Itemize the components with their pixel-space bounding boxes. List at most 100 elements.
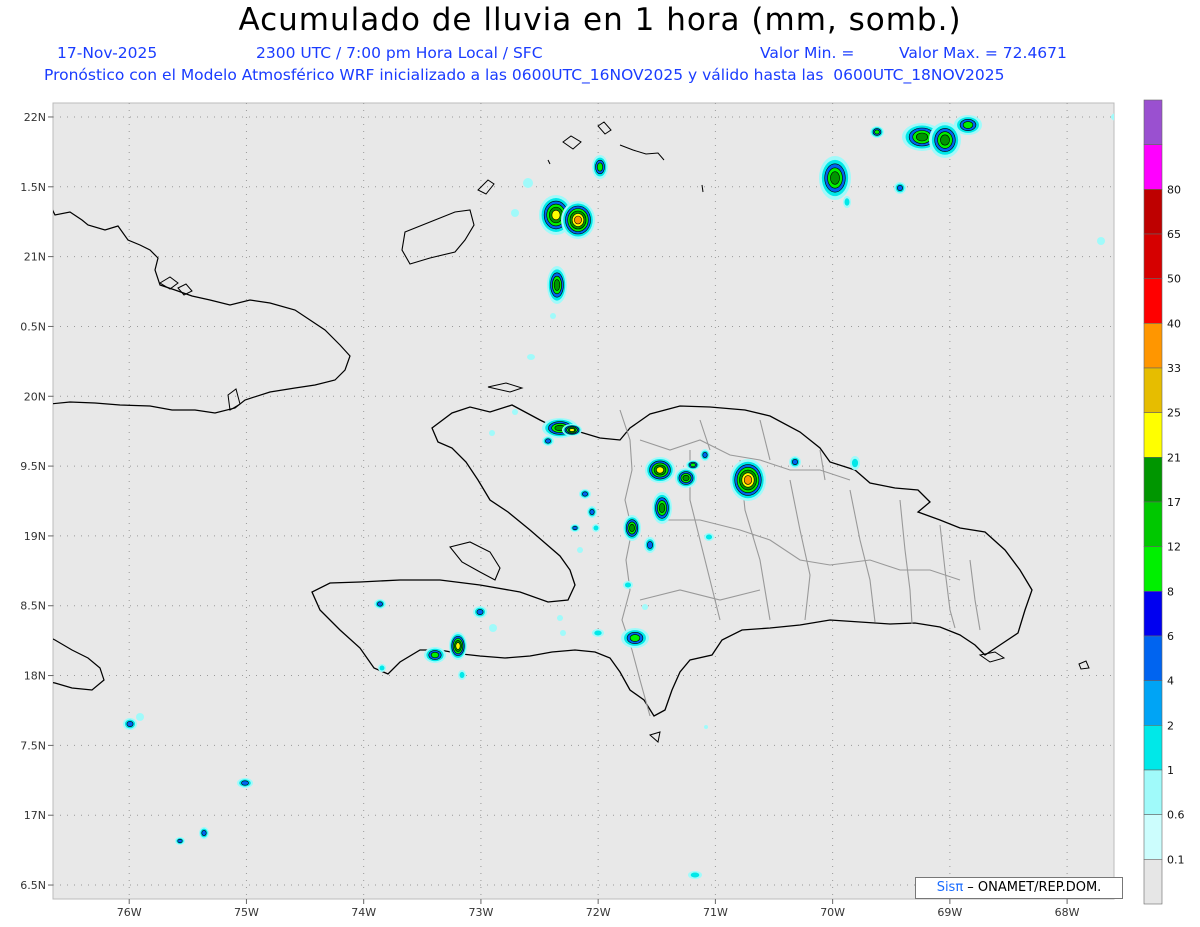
rain-contour (553, 279, 561, 291)
rain-contour (430, 651, 440, 659)
colorbar-label: 12 (1167, 541, 1181, 554)
colorbar-swatch (1143, 367, 1163, 413)
colorbar-swatch (1143, 635, 1163, 681)
rain-contour (577, 547, 583, 553)
rain-contour (915, 132, 929, 142)
rain-contour (647, 541, 653, 549)
rain-contour (545, 438, 551, 444)
rain-contour (1111, 113, 1114, 121)
rain-contour (136, 713, 144, 721)
rain-contour (962, 121, 974, 129)
colorbar-swatch (1143, 546, 1163, 592)
lon-label: 72W (586, 906, 611, 919)
rain-contour (551, 209, 561, 221)
colorbar-label: 0.1 (1167, 853, 1185, 866)
rain-contour (594, 630, 602, 636)
rain-contour (572, 525, 578, 531)
rain-contour (897, 185, 903, 191)
rain-contour (705, 534, 713, 540)
rain-contour (682, 474, 690, 482)
rain-contour (512, 409, 518, 415)
colorbar-label: 6 (1167, 630, 1174, 643)
rain-contour (624, 582, 632, 588)
lon-label: 71W (703, 906, 728, 919)
rain-contour (377, 601, 383, 607)
rain-contour (1097, 237, 1105, 245)
lat-label: 21N (24, 251, 46, 264)
colorbar-swatch (1143, 233, 1163, 279)
lon-label: 68W (1055, 906, 1080, 919)
rain-contour (511, 209, 519, 217)
colorbar-label: 80 (1167, 183, 1181, 196)
rain-contour (629, 634, 641, 642)
colorbar-swatch (1143, 189, 1163, 235)
colorbar-label: 4 (1167, 675, 1174, 688)
colorbar-label: 8 (1167, 585, 1174, 598)
rain-contour (489, 624, 497, 632)
colorbar-label: 33 (1167, 362, 1181, 375)
colorbar-swatch (1143, 591, 1163, 637)
colorbar-label: 1 (1167, 764, 1174, 777)
longitude-labels: 76W 75W 74W 73W 72W 71W 70W 69W 68W (117, 899, 1080, 919)
colorbar-label: 50 (1167, 273, 1181, 286)
rain-contour (201, 830, 207, 836)
lat-label: 7.5N (20, 739, 46, 752)
colorbar-swatch (1143, 859, 1163, 905)
lat-label: 18N (24, 670, 46, 683)
lat-label: 1.5N (20, 181, 46, 194)
lat-label: 6.5N (20, 879, 46, 892)
lat-label: 20N (24, 390, 46, 403)
colorbar: 0.10.612468121721253340506580 (1143, 99, 1185, 905)
rain-contour (569, 428, 575, 432)
colorbar-swatch (1143, 769, 1163, 815)
rain-contour (476, 609, 484, 615)
rain-contour (690, 462, 696, 468)
rain-contour (940, 134, 950, 146)
lat-label: 8.5N (20, 600, 46, 613)
rain-contour (593, 525, 599, 531)
lon-label: 70W (820, 906, 845, 919)
lat-label: 19N (24, 530, 46, 543)
rain-contour (596, 162, 604, 172)
rain-contour (241, 780, 249, 786)
rain-contour (642, 604, 648, 610)
rain-contour (656, 466, 664, 474)
precipitation-map: 22N 1.5N 21N 0.5N 20N 9.5N 19N 8.5N 18N 7.5N 17N 6.… (20, 99, 1185, 919)
colorbar-swatch (1143, 457, 1163, 503)
rain-contour (844, 198, 850, 206)
lon-label: 69W (937, 906, 962, 919)
colorbar-swatch (1143, 278, 1163, 324)
rain-contour (851, 458, 859, 468)
rain-contour (704, 725, 708, 729)
colorbar-label: 17 (1167, 496, 1181, 509)
rain-contour (523, 178, 533, 188)
colorbar-label: 2 (1167, 719, 1174, 732)
rain-contour (459, 671, 465, 679)
rain-contour (455, 642, 461, 650)
credit-text: – ONAMET/REP.DOM. (963, 880, 1102, 895)
lat-label: 0.5N (20, 320, 46, 333)
rain-contour (792, 459, 798, 465)
colorbar-label: 40 (1167, 317, 1181, 330)
rain-contour (177, 838, 183, 844)
lon-label: 75W (234, 906, 259, 919)
colorbar-swatch (1143, 99, 1163, 145)
credit-box: Sisπ – ONAMET/REP.DOM. (915, 877, 1123, 899)
lon-label: 73W (468, 906, 493, 919)
rain-contour (582, 491, 588, 497)
rain-contour (379, 665, 385, 671)
colorbar-label: 25 (1167, 407, 1181, 420)
rain-contour (690, 872, 700, 878)
colorbar-label: 65 (1167, 228, 1181, 241)
lat-label: 17N (24, 809, 46, 822)
lat-label: 9.5N (20, 460, 46, 473)
rain-contour (560, 630, 566, 636)
rain-contour (830, 171, 840, 185)
latitude-labels: 22N 1.5N 21N 0.5N 20N 9.5N 19N 8.5N 18N 7.5N 17N 6.… (20, 111, 53, 892)
lon-label: 74W (351, 906, 376, 919)
colorbar-swatch (1143, 725, 1163, 771)
rain-contour (489, 430, 495, 436)
colorbar-swatch (1143, 323, 1163, 369)
sis-logo-text: Sisπ (936, 880, 964, 895)
colorbar-swatch (1143, 814, 1163, 860)
